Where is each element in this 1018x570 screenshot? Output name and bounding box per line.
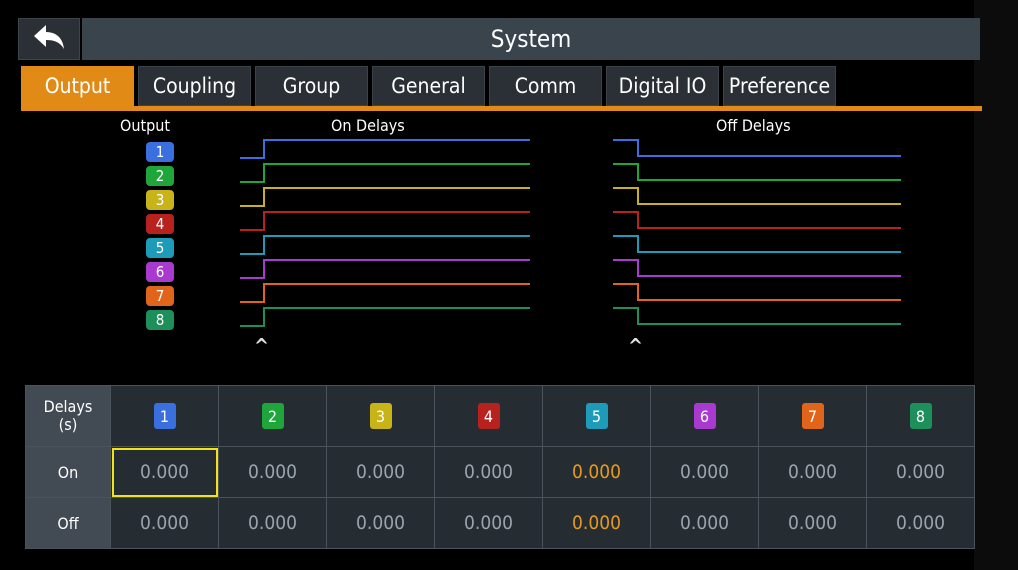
off-trace-2 [613,163,901,181]
off-trace-6 [613,259,901,277]
col-header-8: 8 [866,385,975,447]
on-trace-2 [240,163,530,183]
side-strip [974,0,1018,570]
tab-comm[interactable]: Comm [489,66,602,106]
on-delay-8-field[interactable]: 0.000 [866,446,975,498]
on-delay-3-field[interactable]: 0.000 [326,446,435,498]
col-header-4: 4 [434,385,543,447]
table-row: Off 0.000 0.000 0.000 0.000 0.000 0.000 … [25,497,975,549]
delay-waveforms [240,139,901,327]
on-trace-6 [240,259,530,279]
on-delay-1-field[interactable]: 0.000 [110,446,219,498]
tab-bar: Output Coupling Group General Comm Digit… [21,66,836,110]
off-trace-7 [613,283,901,301]
on-delay-5-field[interactable]: 0.000 [542,446,651,498]
off-delay-1-field[interactable]: 0.000 [110,497,219,549]
tab-preference[interactable]: Preference [723,66,836,106]
tab-general[interactable]: General [372,66,485,106]
on-trace-5 [240,235,530,255]
off-delay-3-field[interactable]: 0.000 [326,497,435,549]
off-trace-5 [613,235,901,253]
off-delay-4-field[interactable]: 0.000 [434,497,543,549]
table-header-row: Delays (s) 1 2 3 4 5 6 7 8 [25,385,975,447]
system-screen: System Output Coupling Group General Com… [8,18,982,566]
on-trace-3 [240,187,530,207]
tab-output[interactable]: Output [21,66,134,106]
off-trace-8 [613,307,901,325]
col-header-3: 3 [326,385,435,447]
col-header-1: 1 [110,385,219,447]
back-arrow-icon [32,23,66,55]
off-delay-5-field[interactable]: 0.000 [542,497,651,549]
delay-diagram: Output On Delays Off Delays 12345678 ^ ^ [8,112,974,372]
on-trace-1 [240,139,530,159]
back-button[interactable] [18,18,80,60]
off-delay-6-field[interactable]: 0.000 [650,497,759,549]
delays-table: Delays (s) 1 2 3 4 5 6 7 8 On 0.000 0.00… [25,385,975,549]
col-header-2: 2 [218,385,327,447]
col-header-5: 5 [542,385,651,447]
row-label-off: Off [25,497,111,549]
tab-digital-io[interactable]: Digital IO [606,66,719,106]
col-header-6: 6 [650,385,759,447]
on-trace-7 [240,283,530,303]
on-delay-4-field[interactable]: 0.000 [434,446,543,498]
table-row: On 0.000 0.000 0.000 0.000 0.000 0.000 0… [25,446,975,498]
on-delay-marker-icon[interactable]: ^ [254,334,269,358]
col-header-7: 7 [758,385,867,447]
on-trace-8 [240,307,530,327]
off-trace-1 [613,139,901,157]
on-trace-4 [240,211,530,231]
on-delay-2-field[interactable]: 0.000 [218,446,327,498]
off-delay-8-field[interactable]: 0.000 [866,497,975,549]
row-label-on: On [25,446,111,498]
tab-group[interactable]: Group [255,66,368,106]
off-trace-3 [613,187,901,205]
off-trace-4 [613,211,901,229]
off-delay-2-field[interactable]: 0.000 [218,497,327,549]
off-delay-7-field[interactable]: 0.000 [758,497,867,549]
delays-header: Delays (s) [25,385,111,447]
tab-underline [21,106,982,111]
on-delay-6-field[interactable]: 0.000 [650,446,759,498]
page-title: System [82,18,980,60]
on-delay-7-field[interactable]: 0.000 [758,446,867,498]
tab-coupling[interactable]: Coupling [138,66,251,106]
off-delay-marker-icon[interactable]: ^ [628,334,643,358]
